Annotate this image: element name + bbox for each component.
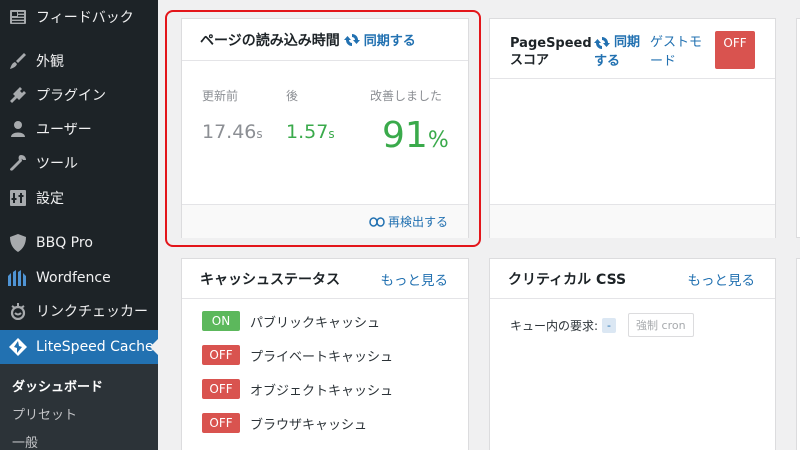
admin-sidebar: フィードバック 外観 プラグイン ユーザー ツール 設定 BBQ Pro Wor… [0,0,158,450]
link-icon [369,216,385,227]
pagespeed-score-card: PageSpeed スコア 同期 する ゲストモ ード OFF [489,18,776,238]
partial-card [796,258,800,450]
litespeed-submenu: ダッシュボード プリセット 一般 [0,364,158,450]
before-value: 17.46s [202,121,263,143]
plugin-icon [8,85,28,105]
before-number: 17.46 [202,121,257,143]
queue-label: キュー内の要求: [510,318,599,333]
card-title-line2: スコア [510,53,550,68]
redetect-link[interactable]: 再検出する [369,213,448,230]
cache-status-card: キャッシュステータス もっと見る ON パブリックキャッシュ OFF プライベー… [181,258,469,450]
wordfence-icon [8,268,28,288]
guest-mode-line1: ゲストモ [650,35,703,50]
after-number: 1.57 [286,121,329,143]
sidebar-item-plugins[interactable]: プラグイン [0,78,158,112]
sidebar-item-label: リンクチェッカー [36,304,148,320]
sidebar-item-tools[interactable]: ツール [0,146,158,180]
submenu-item-dashboard[interactable]: ダッシュボード [12,376,103,395]
wrench-icon [8,153,28,173]
queue-count-badge: - [602,317,617,333]
card-header: ページの読み込み時間 同期する [182,19,468,61]
refresh-icon [343,33,360,46]
sync-label-line2: する [594,54,621,69]
improved-unit: % [427,128,449,153]
sidebar-item-settings[interactable]: 設定 [0,181,158,215]
sidebar-item-link-checker[interactable]: リンクチェッカー [0,294,158,328]
force-cron-button[interactable]: 強制 cron [628,313,694,337]
sidebar-item-label: プラグイン [36,88,106,104]
card-title: ページの読み込み時間 [200,32,340,49]
after-label: 後 [286,89,299,103]
more-link[interactable]: もっと見る [381,269,449,289]
status-badge: OFF [202,379,240,399]
status-row: OFF オブジェクトキャッシュ [202,379,393,399]
litespeed-icon [8,337,28,357]
card-title-line1: PageSpeed [510,36,592,51]
status-row: OFF プライベートキャッシュ [202,345,393,365]
sidebar-item-label: ユーザー [36,122,92,138]
status-label: プライベートキャッシュ [250,349,394,365]
status-label: パブリックキャッシュ [250,315,381,331]
sidebar-item-label: LiteSpeed Cache [36,339,154,355]
card-header: PageSpeed スコア 同期 する ゲストモ ード OFF [490,19,775,79]
more-link[interactable]: もっと見る [688,269,756,289]
shield-icon [8,233,28,253]
sidebar-item-appearance[interactable]: 外観 [0,44,158,78]
improved-value: 91% [382,115,449,156]
status-row: OFF ブラウザキャッシュ [202,413,367,433]
submenu-item-general[interactable]: 一般 [12,432,38,450]
active-indicator [150,339,158,355]
card-title: キャッシュステータス [200,271,340,288]
status-label: オブジェクトキャッシュ [250,383,394,399]
sidebar-item-users[interactable]: ユーザー [0,112,158,146]
sidebar-item-label: 設定 [36,191,64,207]
link-checker-icon [8,301,28,321]
critical-css-card: クリティカル CSS もっと見る キュー内の要求: - 強制 cron [489,258,776,450]
sidebar-item-label: Wordfence [36,270,111,286]
card-title: クリティカル CSS [508,271,627,288]
after-unit: s [328,127,335,141]
status-badge: OFF [202,413,240,433]
card-header: キャッシュステータス もっと見る [182,259,468,299]
page-load-time-card: ページの読み込み時間 同期する 更新前 後 改善しました 17.46s 1.57… [181,18,469,238]
sidebar-item-wordfence[interactable]: Wordfence [0,261,158,295]
card-header: クリティカル CSS もっと見る [490,259,775,299]
improved-label: 改善しました [370,89,443,103]
submenu-item-presets[interactable]: プリセット [12,404,77,423]
before-unit: s [256,127,263,141]
sidebar-item-litespeed-cache[interactable]: LiteSpeed Cache [0,330,158,364]
queue-row: キュー内の要求: - 強制 cron [510,313,694,337]
before-label: 更新前 [202,89,239,103]
status-badge: OFF [202,345,240,365]
status-label: ブラウザキャッシュ [250,417,368,433]
improved-number: 91 [382,115,428,156]
guest-mode-line2: ード [650,54,677,69]
sidebar-item-label: フィードバック [36,10,134,26]
sync-button[interactable]: 同期 する [594,33,640,71]
card-footer [490,204,775,238]
paintbrush-icon [8,51,28,71]
status-badge: ON [202,311,240,331]
redetect-label: 再検出する [387,215,448,229]
sidebar-item-bbq-pro[interactable]: BBQ Pro [0,226,158,260]
partial-card [796,18,800,238]
sync-button[interactable]: 同期する [343,30,416,49]
card-title: PageSpeed スコア [510,35,592,69]
guest-mode-label: ゲストモ ード [650,33,702,71]
user-icon [8,119,28,139]
sidebar-item-label: ツール [36,156,78,172]
card-footer: 再検出する [182,204,468,238]
sync-label: 同期する [363,34,416,49]
sidebar-item-label: 外観 [36,54,64,70]
guest-mode-toggle[interactable]: OFF [715,31,755,69]
refresh-icon [594,36,610,49]
status-row: ON パブリックキャッシュ [202,311,380,331]
sync-label-line1: 同期 [614,35,641,50]
sidebar-item-feedback[interactable]: フィードバック [0,0,158,34]
settings-icon [8,188,28,208]
after-value: 1.57s [286,121,335,143]
sidebar-item-label: BBQ Pro [36,235,93,251]
feedback-icon [8,7,28,27]
